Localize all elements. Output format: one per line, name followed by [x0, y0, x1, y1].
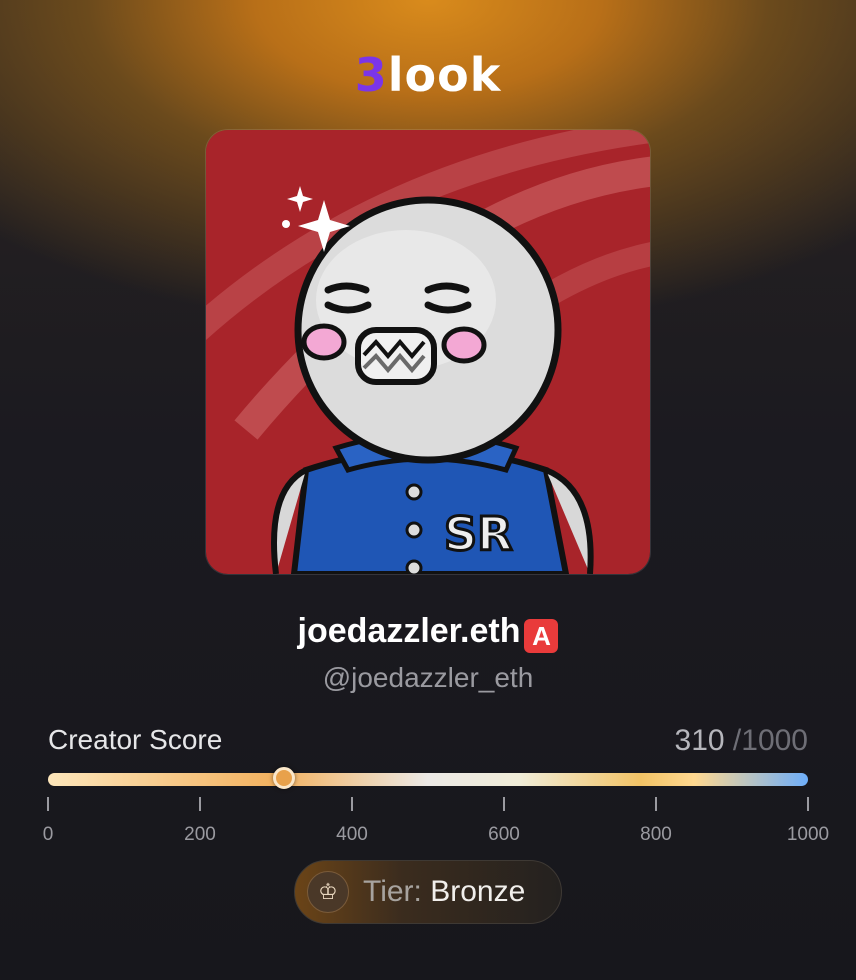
profile-avatar: SR [206, 130, 650, 574]
avatar-illustration: SR [206, 130, 650, 574]
svg-text:SR: SR [444, 507, 513, 561]
scale-tick [351, 797, 353, 811]
score-max: /1000 [732, 724, 808, 757]
scale-tick [655, 797, 657, 811]
score-progress-bar [48, 773, 808, 786]
score-slider-thumb [272, 767, 295, 789]
display-name: joedazzler.eth [297, 612, 521, 650]
score-current: 310 [674, 724, 725, 757]
scale-tick-label: 1000 [786, 824, 830, 845]
display-name-row: joedazzler.eth A [0, 612, 856, 653]
scale-tick-label: 200 [184, 824, 216, 845]
tier-value: Bronze [430, 875, 526, 908]
scale-tick [503, 797, 505, 811]
scale-tick-label: 0 [42, 824, 54, 845]
logo-text: look [387, 48, 502, 102]
chess-king-icon: ♔ [307, 871, 349, 913]
creator-score-value: 310 /1000 [675, 724, 808, 758]
user-handle: @joedazzler_eth [322, 662, 534, 693]
tier-key: Tier: [363, 875, 422, 908]
scale-tick [199, 797, 201, 811]
scale-tick [47, 797, 49, 811]
brand-logo: 3look [0, 48, 856, 102]
logo-number: 3 [354, 48, 388, 102]
scale-tick-label: 600 [488, 824, 520, 845]
scale-tick [807, 797, 809, 811]
scale-tick-label: 400 [336, 824, 368, 845]
scale-tick-label: 800 [640, 824, 672, 845]
tier-pill[interactable]: ♔ Tier: Bronze [294, 860, 562, 924]
a-badge-icon: A [524, 619, 559, 653]
tier-label: Tier: Bronze [363, 875, 525, 909]
creator-score-label: Creator Score [48, 724, 223, 755]
